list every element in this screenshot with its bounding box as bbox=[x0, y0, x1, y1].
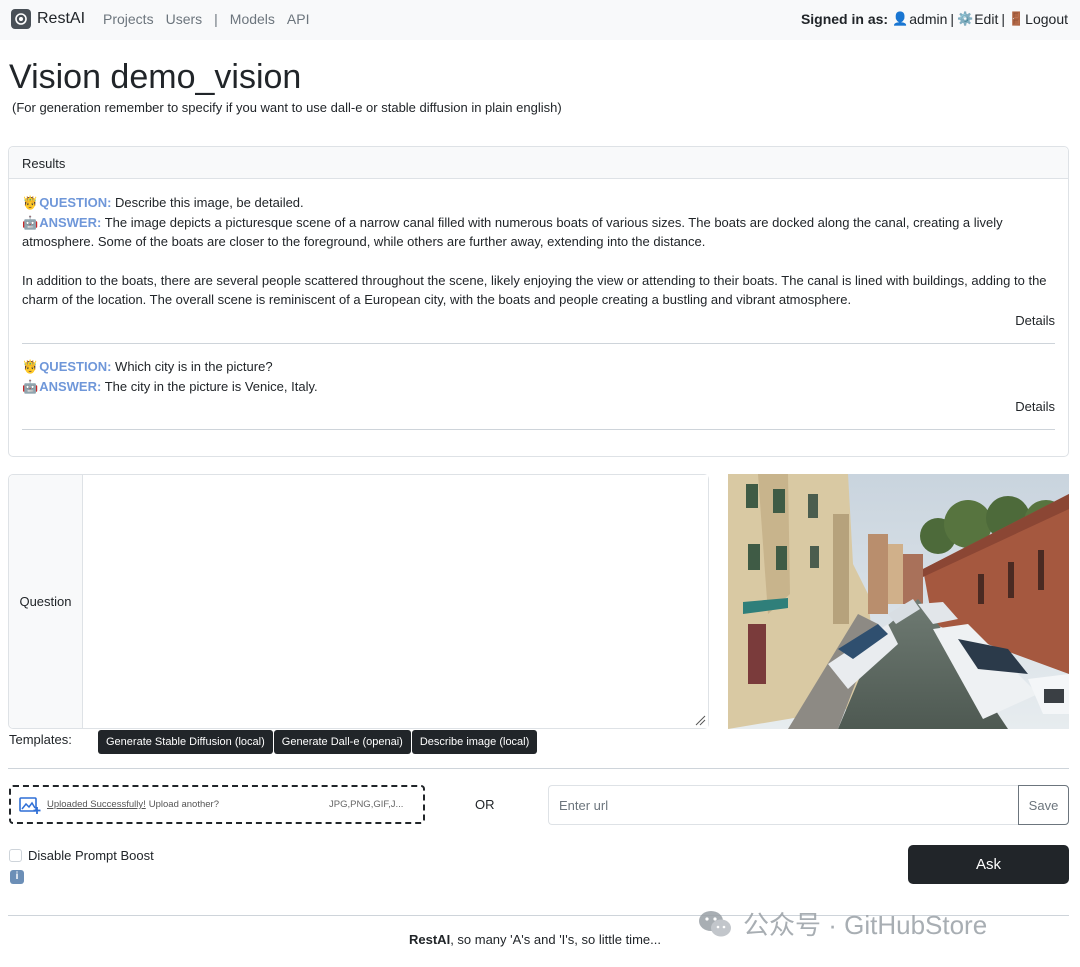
question-label: Question bbox=[9, 475, 83, 728]
user-icon: 👤 bbox=[892, 11, 909, 26]
divider bbox=[8, 768, 1069, 769]
door-icon: 🚪 bbox=[1007, 11, 1025, 26]
template-buttons: Generate Stable Diffusion (local) Genera… bbox=[98, 730, 538, 754]
result-item: 🤴QUESTION: Describe this image, be detai… bbox=[22, 193, 1056, 310]
person-emoji-icon: 🤴 bbox=[22, 195, 39, 210]
robot-emoji-icon: 🤖 bbox=[22, 378, 39, 394]
question-input-group: Question bbox=[8, 474, 709, 729]
question-text: Describe this image, be detailed. bbox=[115, 195, 304, 210]
template-stable-diffusion-button[interactable]: Generate Stable Diffusion (local) bbox=[98, 730, 273, 754]
user-link[interactable]: admin bbox=[909, 11, 947, 27]
signed-in-label: Signed in as: bbox=[800, 11, 889, 27]
resize-grip-icon[interactable] bbox=[694, 714, 706, 726]
nav-projects[interactable]: Projects bbox=[103, 11, 154, 27]
question-label: QUESTION: bbox=[39, 195, 112, 210]
results-header: Results bbox=[9, 147, 1068, 179]
disable-prompt-boost-checkbox[interactable] bbox=[9, 849, 22, 862]
upload-file-types: JPG,PNG,GIF,J... bbox=[329, 799, 404, 810]
disable-prompt-boost-label: Disable Prompt Boost bbox=[28, 848, 154, 863]
uploaded-image-preview bbox=[728, 474, 1069, 729]
footer-brand: RestAI bbox=[409, 932, 451, 947]
answer-text-continued: In addition to the boats, there are seve… bbox=[22, 272, 1047, 308]
template-dalle-button[interactable]: Generate Dall-e (openai) bbox=[273, 730, 411, 754]
footer-tagline: , so many 'A's and 'I's, so little time.… bbox=[450, 932, 661, 947]
save-url-button[interactable]: Save bbox=[1018, 785, 1069, 825]
nav-user-area: Signed in as: 👤 admin | ⚙️ Edit | 🚪 Logo… bbox=[801, 11, 1068, 27]
ask-button[interactable]: Ask bbox=[908, 845, 1069, 884]
upload-success-link[interactable]: Uploaded Successfully! bbox=[47, 799, 146, 810]
question-textarea[interactable] bbox=[83, 475, 708, 728]
answer-text: The image depicts a picturesque scene of… bbox=[22, 214, 1003, 250]
nav-users[interactable]: Users bbox=[166, 11, 203, 27]
nav-api[interactable]: API bbox=[287, 11, 310, 27]
answer-label: ANSWER: bbox=[39, 214, 102, 230]
or-label: OR bbox=[475, 797, 495, 812]
details-link[interactable]: Details bbox=[1015, 397, 1055, 417]
url-input-group: Save bbox=[548, 785, 1069, 825]
footer: RestAI, so many 'A's and 'I's, so little… bbox=[409, 932, 661, 947]
answer-text: The city in the picture is Venice, Italy… bbox=[104, 378, 318, 394]
templates-label: Templates: bbox=[9, 732, 72, 747]
result-item: 🤴QUESTION: Which city is in the picture?… bbox=[22, 357, 1056, 396]
url-input[interactable] bbox=[548, 785, 1018, 825]
separator: | bbox=[1001, 11, 1005, 27]
template-describe-image-button[interactable]: Describe image (local) bbox=[411, 730, 538, 754]
top-navbar: RestAI Projects Users | Models API Signe… bbox=[0, 0, 1080, 40]
robot-emoji-icon: 🤖 bbox=[22, 214, 39, 230]
canal-photo-image bbox=[728, 474, 1069, 729]
question-text: Which city is in the picture? bbox=[115, 359, 273, 374]
answer-label: ANSWER: bbox=[39, 378, 102, 394]
page-title: Vision demo_vision bbox=[9, 58, 302, 96]
edit-link[interactable]: Edit bbox=[974, 11, 998, 27]
nav-separator: | bbox=[214, 11, 218, 27]
details-link[interactable]: Details bbox=[1015, 311, 1055, 331]
file-upload-dropzone[interactable]: Uploaded Successfully! Upload another? J… bbox=[9, 785, 425, 824]
logout-link[interactable]: Logout bbox=[1025, 11, 1068, 27]
brand-name: RestAI bbox=[37, 10, 86, 27]
divider bbox=[22, 343, 1055, 344]
nav-models[interactable]: Models bbox=[230, 11, 275, 27]
disable-prompt-boost-row: Disable Prompt Boost bbox=[9, 848, 154, 863]
wechat-logo-icon bbox=[699, 910, 731, 936]
divider bbox=[22, 429, 1055, 430]
question-label: QUESTION: bbox=[39, 359, 112, 374]
page-subtitle: (For generation remember to specify if y… bbox=[12, 100, 562, 115]
watermark-text: 公众号 · GitHubStore bbox=[743, 910, 988, 940]
person-emoji-icon: 🤴 bbox=[22, 359, 39, 374]
info-icon[interactable]: i bbox=[10, 870, 24, 884]
image-upload-icon bbox=[19, 796, 41, 814]
nav-links: Projects Users | Models API bbox=[103, 11, 322, 27]
results-card: Results 🤴QUESTION: Describe this image, … bbox=[8, 146, 1069, 457]
separator: | bbox=[950, 11, 955, 27]
brand-logo-icon bbox=[11, 9, 31, 29]
watermark: 公众号 · GitHubStore bbox=[697, 905, 987, 942]
upload-another-text: Upload another? bbox=[148, 799, 219, 810]
gear-icon: ⚙️ bbox=[957, 11, 974, 26]
brand[interactable]: RestAI bbox=[11, 9, 85, 29]
